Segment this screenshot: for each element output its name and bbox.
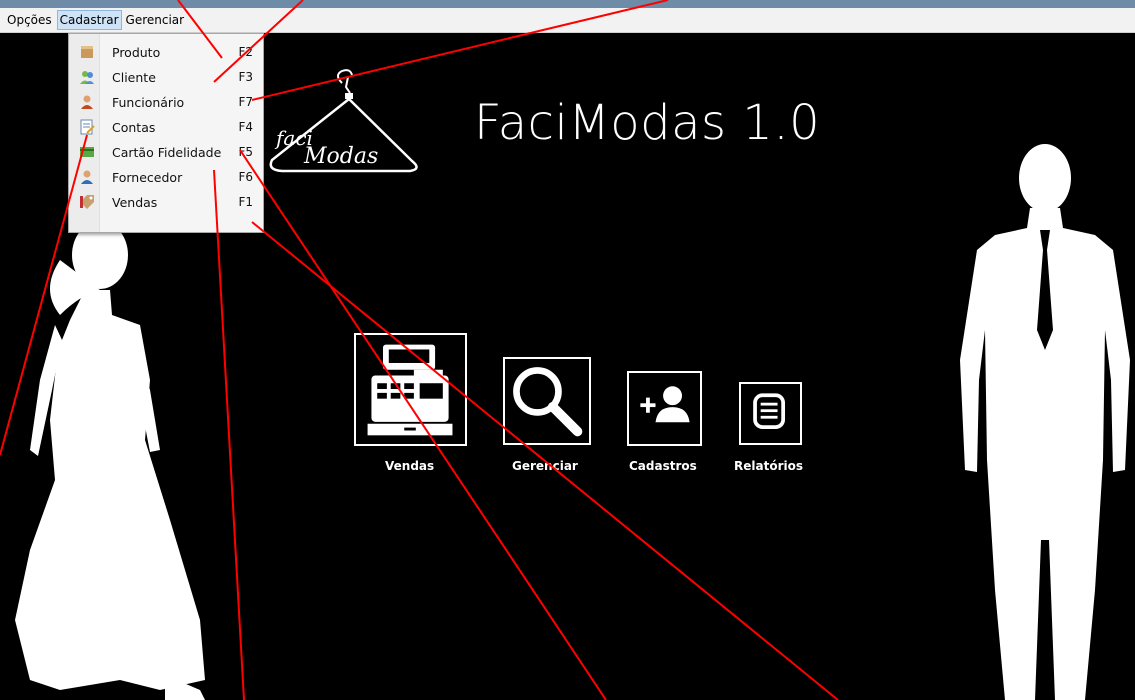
supplier-icon — [79, 169, 95, 185]
card-icon — [79, 144, 95, 160]
cadastros-label: Cadastros — [629, 459, 697, 473]
svg-text:Modas: Modas — [303, 144, 378, 169]
add-user-icon — [640, 386, 690, 423]
window-top-border — [0, 0, 1135, 8]
menu-item-cliente[interactable]: Cliente F3 — [69, 65, 263, 89]
list-icon — [753, 393, 786, 429]
facimodas-logo: faci Modas — [269, 69, 418, 173]
cadastrar-dropdown: Produto F2 Cliente F3 Funcionário F7 Con… — [68, 33, 264, 233]
vendas-label: Vendas — [385, 459, 435, 473]
user-icon — [79, 94, 95, 110]
tag-icon — [79, 194, 95, 210]
menu-bar: Opções Cadastrar Gerenciar — [0, 8, 1135, 33]
menu-item-fornecedor[interactable]: Fornecedor F6 — [69, 165, 263, 189]
box-icon — [79, 44, 95, 60]
menu-gerenciar[interactable]: Gerenciar — [123, 10, 188, 30]
relatorios-button[interactable] — [739, 382, 802, 445]
menu-item-cartao-fidelidade[interactable]: Cartão Fidelidade F5 — [69, 140, 263, 164]
gerenciar-button[interactable] — [503, 357, 591, 445]
ledger-icon — [79, 119, 95, 135]
menu-opcoes[interactable]: Opções — [4, 10, 55, 30]
vendas-button[interactable] — [354, 333, 467, 446]
menu-item-produto[interactable]: Produto F2 — [69, 40, 263, 64]
woman-silhouette — [15, 221, 205, 700]
relatorios-label: Relatórios — [734, 459, 803, 473]
menu-item-vendas[interactable]: Vendas F1 — [69, 190, 263, 214]
gerenciar-label: Gerenciar — [512, 459, 578, 473]
cash-register-icon — [367, 344, 453, 436]
users-icon — [79, 69, 95, 85]
app-title: FaciModas 1.0 — [474, 95, 821, 151]
menu-cadastrar[interactable]: Cadastrar — [56, 10, 122, 30]
man-silhouette — [960, 144, 1130, 700]
cadastros-button[interactable] — [627, 371, 702, 446]
menu-item-contas[interactable]: Contas F4 — [69, 115, 263, 139]
search-icon — [513, 367, 583, 437]
menu-item-funcionario[interactable]: Funcionário F7 — [69, 90, 263, 114]
